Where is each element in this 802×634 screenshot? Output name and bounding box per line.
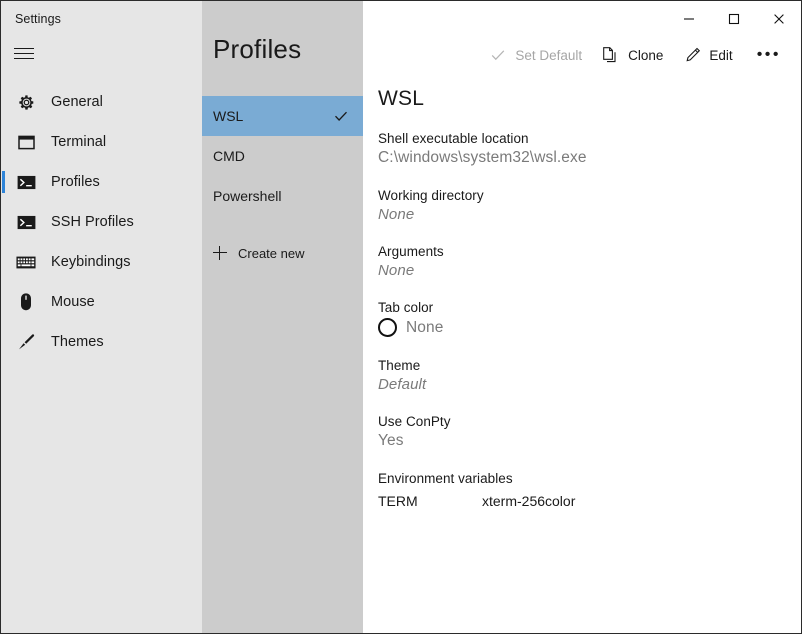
clone-label: Clone [628, 47, 664, 63]
field-value: C:\windows\system32\wsl.exe [378, 149, 587, 166]
field-label: Use ConPty [378, 414, 451, 429]
console-icon [14, 212, 38, 232]
sidebar-item-themes[interactable]: Themes [1, 322, 202, 362]
sidebar-item-mouse[interactable]: Mouse [1, 282, 202, 322]
title-bar [363, 1, 801, 37]
field-label: Tab color [378, 300, 434, 315]
check-icon [489, 46, 507, 64]
field-value: None [378, 262, 415, 279]
set-default-label: Set Default [515, 47, 583, 63]
app-title: Settings [15, 12, 61, 26]
page-title: WSL [378, 87, 425, 110]
gear-icon [14, 92, 38, 112]
field-arguments: Arguments None [378, 244, 801, 279]
env-var-value: xterm-256color [482, 493, 576, 509]
create-new-profile-button[interactable]: Create new [202, 236, 363, 270]
paintbrush-icon [14, 332, 38, 352]
mouse-icon [14, 292, 38, 312]
field-value-row: None [378, 318, 801, 337]
keyboard-icon [14, 252, 38, 272]
profile-item-label: CMD [213, 148, 245, 164]
profile-item-label: WSL [213, 108, 244, 124]
sidebar-item-label: Profiles [51, 174, 100, 190]
profiles-list: WSL CMD Powershell Create new [202, 96, 363, 270]
set-default-button[interactable]: Set Default [479, 40, 592, 70]
copy-icon [602, 46, 620, 64]
field-label: Environment variables [378, 471, 513, 486]
sidebar-item-terminal[interactable]: Terminal [1, 122, 202, 162]
settings-window: Settings General Terminal Profiles SSH P… [0, 0, 802, 634]
profile-detail: WSL Shell executable location C:\windows… [363, 73, 801, 509]
sidebar-item-label: Themes [51, 334, 104, 350]
sidebar-item-label: Terminal [51, 134, 107, 150]
field-shell-executable-location: Shell executable location C:\windows\sys… [378, 131, 801, 167]
field-value: None [378, 206, 415, 223]
field-theme: Theme Default [378, 358, 801, 393]
main-panel: Set Default Clone Edit ••• WSL Shell exe… [363, 1, 801, 633]
window-icon [14, 132, 38, 152]
sidebar-item-label: SSH Profiles [51, 214, 134, 230]
sidebar-item-label: Mouse [51, 294, 95, 310]
profiles-column: Profiles WSL CMD Powershell Create new [202, 1, 363, 633]
field-label: Shell executable location [378, 131, 529, 146]
profiles-heading: Profiles [213, 34, 302, 64]
pencil-icon [683, 46, 701, 64]
profile-item-label: Powershell [213, 188, 282, 204]
sidebar-item-label: General [51, 94, 103, 110]
field-value: Yes [378, 432, 404, 449]
plus-icon [213, 246, 227, 260]
close-button[interactable] [756, 1, 801, 37]
sidebar-item-keybindings[interactable]: Keybindings [1, 242, 202, 282]
selection-accent-bar [2, 171, 5, 193]
sidebar-item-label: Keybindings [51, 254, 131, 270]
sidebar-item-ssh-profiles[interactable]: SSH Profiles [1, 202, 202, 242]
ellipsis-icon: ••• [756, 46, 781, 63]
minimize-button[interactable] [666, 1, 711, 37]
console-icon [14, 172, 38, 192]
sidebar-nav-list: General Terminal Profiles SSH Profiles K… [1, 82, 202, 362]
profile-toolbar: Set Default Clone Edit ••• [363, 37, 801, 73]
maximize-button[interactable] [711, 1, 756, 37]
hamburger-icon[interactable] [14, 42, 40, 64]
env-var-row: TERM xterm-256color [378, 493, 801, 509]
profile-item-powershell[interactable]: Powershell [202, 176, 363, 216]
field-label: Theme [378, 358, 421, 373]
clone-button[interactable]: Clone [592, 40, 673, 70]
field-environment-variables: Environment variables TERM xterm-256colo… [378, 471, 801, 509]
profile-item-wsl[interactable]: WSL [202, 96, 363, 136]
field-use-conpty: Use ConPty Yes [378, 414, 801, 450]
field-working-directory: Working directory None [378, 188, 801, 223]
field-tab-color: Tab color None [378, 300, 801, 337]
field-value: Default [378, 376, 427, 393]
field-label: Working directory [378, 188, 484, 203]
left-sidebar: Settings General Terminal Profiles SSH P… [1, 1, 202, 633]
more-options-button[interactable]: ••• [743, 44, 787, 66]
field-label: Arguments [378, 244, 444, 259]
env-var-key: TERM [378, 493, 418, 509]
edit-button[interactable]: Edit [673, 40, 742, 70]
sidebar-item-general[interactable]: General [1, 82, 202, 122]
sidebar-item-profiles[interactable]: Profiles [1, 162, 202, 202]
check-icon [333, 108, 349, 124]
field-value: None [406, 318, 444, 336]
profile-item-cmd[interactable]: CMD [202, 136, 363, 176]
tab-color-swatch[interactable] [378, 318, 397, 337]
edit-label: Edit [709, 47, 733, 63]
create-new-label: Create new [238, 245, 305, 261]
